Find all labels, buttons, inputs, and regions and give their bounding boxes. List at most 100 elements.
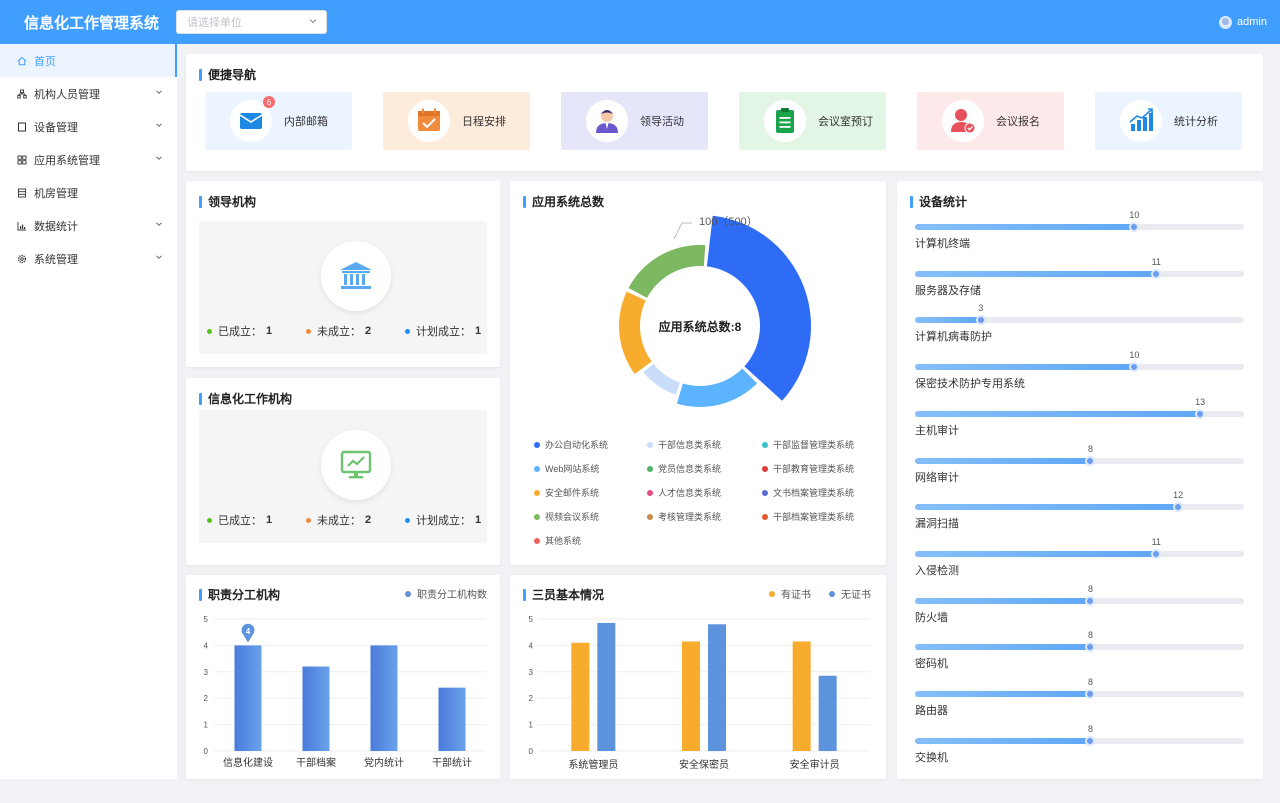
slider-handle[interactable] — [1085, 595, 1096, 606]
slider-handle[interactable] — [1085, 689, 1096, 699]
quick-nav-item[interactable]: 会议室预订 — [739, 92, 886, 150]
bar[interactable] — [792, 641, 811, 751]
slider-track[interactable] — [915, 362, 1244, 373]
slider-handle[interactable] — [1129, 222, 1140, 232]
legend-label: 考核管理类系统 — [658, 512, 722, 522]
donut-slice[interactable] — [676, 368, 758, 407]
chart-icon — [17, 221, 27, 231]
legend-item[interactable]: 视频会议系统 — [534, 510, 599, 523]
legend-item[interactable]: 其他系统 — [534, 534, 581, 547]
legend-item[interactable]: 考核管理类系统 — [647, 510, 721, 523]
legend-label: 其他系统 — [545, 536, 582, 546]
legend-item[interactable]: 干部教育管理类系统 — [762, 462, 854, 475]
quick-nav-item[interactable]: 日程安排 — [383, 92, 530, 150]
bar[interactable] — [571, 642, 590, 751]
legend-dot — [534, 537, 540, 544]
donut-callout: 100（500） — [699, 215, 758, 228]
user-menu[interactable]: admin — [1219, 0, 1267, 44]
slider-value: 10 — [1129, 210, 1140, 220]
legend-item[interactable]: 干部档案管理类系统 — [762, 510, 854, 523]
slider-handle[interactable] — [1129, 362, 1140, 373]
donut-center-label: 应用系统总数:8 — [659, 319, 742, 334]
sidebar-item[interactable]: 机构人员管理 — [0, 77, 177, 110]
y-tick-label: 3 — [204, 668, 209, 677]
slider-handle[interactable] — [1085, 735, 1096, 746]
slider-handle[interactable] — [1151, 548, 1162, 559]
slider-track[interactable] — [915, 502, 1244, 513]
bar[interactable] — [302, 666, 330, 751]
quick-nav-item[interactable]: 6 内部邮箱 — [205, 92, 352, 150]
slider-track[interactable] — [915, 548, 1244, 559]
sidebar-item[interactable]: 机房管理 — [0, 176, 177, 209]
donut-slice[interactable] — [643, 363, 681, 395]
status-dot — [306, 517, 311, 523]
org-stat-label: 未成立： — [317, 515, 361, 527]
unread-badge: 6 — [263, 96, 275, 108]
slider-handle[interactable] — [1085, 455, 1096, 466]
slider-track[interactable] — [915, 315, 1244, 326]
bar[interactable] — [438, 687, 466, 751]
quick-nav-label: 会议室预订 — [818, 116, 873, 128]
legend-label: 干部档案管理类系统 — [773, 512, 855, 522]
slider-value: 8 — [1087, 443, 1093, 454]
sidebar-item[interactable]: 系统管理 — [0, 242, 177, 275]
quick-nav-item[interactable]: 领导活动 — [561, 92, 708, 150]
legend-item[interactable]: Web网站系统 — [534, 462, 599, 475]
bar[interactable] — [682, 641, 700, 751]
legend-label: 党员信息类系统 — [658, 464, 722, 474]
bar-chart-icon — [1120, 100, 1162, 142]
slider-value: 3 — [978, 303, 984, 314]
slider-track[interactable] — [915, 455, 1244, 466]
quick-nav-item[interactable]: 会议报名 — [917, 92, 1064, 150]
slider-handle[interactable] — [1195, 408, 1206, 419]
legend-item[interactable]: 安全邮件系统 — [534, 486, 599, 499]
sidebar-item-label: 数据统计 — [34, 220, 78, 233]
legend-item[interactable]: 干部信息类系统 — [647, 438, 721, 451]
slider-handle[interactable] — [975, 315, 986, 326]
slider-handle[interactable] — [1173, 502, 1184, 513]
sidebar-item-label: 设备管理 — [34, 121, 78, 134]
slider-track[interactable] — [915, 689, 1244, 699]
avatar — [1219, 15, 1233, 29]
quick-nav-item[interactable]: 统计分析 — [1095, 92, 1242, 150]
callout-line — [673, 222, 692, 240]
legend-item[interactable]: 党员信息类系统 — [647, 462, 721, 475]
slider-fill — [915, 597, 1091, 604]
sidebar-item[interactable]: 数据统计 — [0, 209, 177, 242]
slider-track[interactable] — [915, 595, 1244, 606]
bar[interactable] — [708, 624, 726, 751]
slider-track[interactable] — [915, 408, 1244, 419]
sidebar-item[interactable]: 应用系统管理 — [0, 143, 177, 176]
slider-track[interactable] — [915, 735, 1244, 746]
bar[interactable] — [234, 645, 262, 751]
slider-track[interactable] — [915, 222, 1244, 232]
legend-item[interactable]: 人才信息类系统 — [647, 486, 721, 499]
legend-label: 安全邮件系统 — [545, 488, 600, 498]
status-dot — [207, 517, 212, 523]
slider-fill — [915, 364, 1135, 371]
donut-slice[interactable] — [628, 245, 706, 298]
bar[interactable] — [597, 622, 616, 751]
donut-slice[interactable] — [619, 291, 652, 374]
slider-handle[interactable] — [1151, 268, 1162, 279]
org-stat-value: 2 — [365, 514, 372, 526]
slider-handle[interactable] — [1085, 642, 1096, 653]
legend-item[interactable]: 文书档案管理类系统 — [762, 486, 854, 499]
bar[interactable] — [818, 675, 837, 751]
device-icon — [17, 122, 27, 132]
bar[interactable] — [370, 645, 398, 751]
donut-slice[interactable] — [706, 215, 811, 401]
sidebar-item[interactable]: 设备管理 — [0, 110, 177, 143]
unit-select-placeholder: 请选择单位 — [187, 17, 242, 29]
y-tick-label: 2 — [529, 694, 534, 703]
sidebar-item[interactable]: 首页 — [0, 44, 177, 77]
unit-select[interactable]: 请选择单位 — [176, 10, 327, 34]
quick-nav-label: 日程安排 — [462, 116, 506, 128]
legend-item[interactable]: 办公自动化系统 — [534, 438, 608, 451]
x-tick-label: 安全审计员 — [790, 758, 840, 771]
slider-track[interactable] — [915, 268, 1244, 279]
legend-label: 文书档案管理类系统 — [773, 488, 855, 498]
slider-track[interactable] — [915, 642, 1244, 653]
chevron-down-icon — [155, 88, 163, 98]
legend-item[interactable]: 干部监督管理类系统 — [762, 438, 854, 451]
